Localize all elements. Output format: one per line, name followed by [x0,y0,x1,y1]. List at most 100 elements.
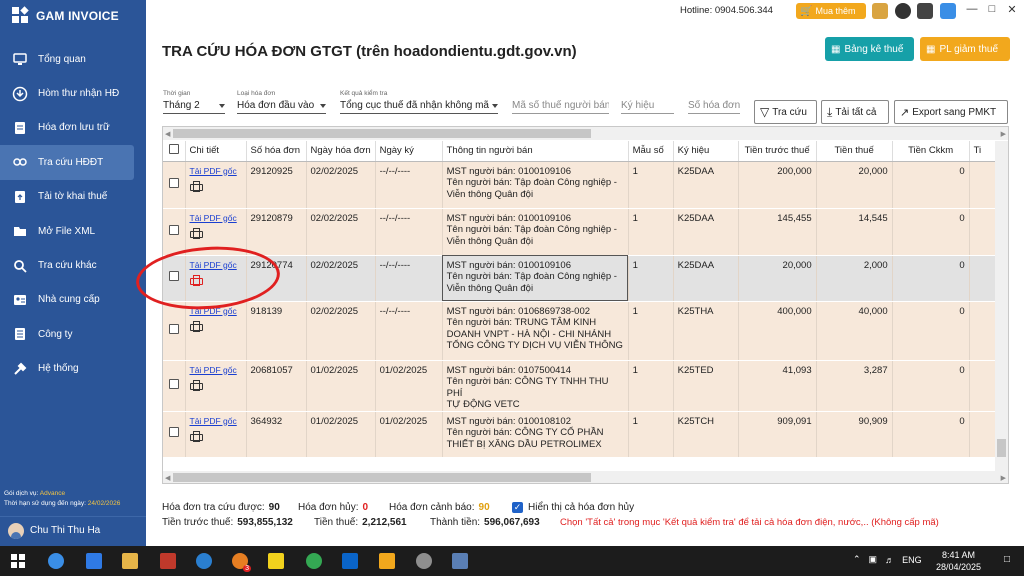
row-checkbox[interactable] [168,427,179,438]
symbol-placeholder[interactable]: Ký hiệu [621,97,674,114]
maximize-icon[interactable]: □ [984,3,1000,15]
scroll-left-icon[interactable]: ◀ [165,130,170,138]
print-icon[interactable] [189,431,203,442]
sidebar-item[interactable]: Tra cứu khác [0,248,146,282]
sidebar-item[interactable]: Tải tờ khai thuế [0,180,146,214]
scroll-right-icon[interactable]: ▶ [1001,130,1006,138]
network-icon[interactable]: ▣ [869,554,878,565]
sidebar-item[interactable]: Hệ thống [0,352,146,386]
row-checkbox[interactable] [168,224,179,235]
print-icon[interactable] [189,321,203,332]
zalo-icon[interactable] [940,3,956,19]
table-row[interactable]: Tải PDF gốc 29120879 02/02/2025 --/--/---- M… [163,208,1000,256]
invoice-number-input[interactable]: Số hóa đơn [688,90,740,114]
period-select[interactable]: Tháng 2 [163,97,225,114]
invoice-number-placeholder[interactable]: Số hóa đơn [688,97,740,114]
table-row[interactable]: Tải PDF gốc 29120774 02/02/2025 --/--/---- M… [163,255,1000,302]
print-icon[interactable] [189,228,203,239]
invoice-type-filter[interactable]: Loại hóa đơn Hóa đơn đầu vào [237,90,326,114]
volume-icon[interactable]: ♬ [885,555,894,565]
outlook-icon[interactable] [342,553,358,569]
download-all-button[interactable]: ⤓ Tải tất cả [821,100,889,124]
sidebar-item[interactable]: Tra cứu HĐĐT [0,145,134,180]
scrollbar-thumb[interactable] [173,129,591,138]
buy-more-button[interactable]: 🛒 Mua thêm [796,3,866,19]
seller-tax-code-input[interactable]: Mã số thuế người bán [512,90,609,114]
col-header[interactable]: Thông tin người bán [442,141,629,162]
row-select-cell[interactable] [163,360,186,412]
check-result-select[interactable]: Tổng cục thuế đã nhận không mã [340,97,498,114]
dropbox-icon[interactable] [86,553,102,569]
tax-statement-button[interactable]: ▦ Bảng kê thuế [825,37,914,61]
col-header[interactable]: Tiền Ckkm [892,141,970,162]
chat-icon[interactable] [895,3,911,19]
scrollbar-thumb[interactable] [173,473,591,482]
app-icon[interactable] [452,553,468,569]
tax-reduction-appendix-button[interactable]: ▦ PL giảm thuế [920,37,1010,61]
col-header[interactable]: Ngày hóa đơn [306,141,376,162]
download-pdf-link[interactable]: Tải PDF gốc [190,416,242,428]
select-all-header[interactable] [163,141,186,162]
app-icon[interactable] [416,553,432,569]
notification-icon[interactable]: □ [1004,554,1010,565]
table-row[interactable]: Tải PDF gốc 20681057 01/02/2025 01/02/2025 M… [163,360,1000,412]
col-header[interactable]: Mẫu số [628,141,674,162]
download-pdf-link[interactable]: Tải PDF gốc [190,365,242,377]
clock[interactable]: 8:41 AM 28/04/2025 [936,549,981,573]
invoice-type-select[interactable]: Hóa đơn đầu vào [237,97,326,114]
chrome-icon[interactable] [306,553,322,569]
select-all-checkbox[interactable] [168,144,179,155]
notification-app-icon[interactable]: 3 [232,553,251,572]
col-header[interactable]: Ký hiệu [673,141,739,162]
app-icon[interactable] [160,553,176,569]
horizontal-scrollbar-bottom[interactable]: ◀ ▶ [163,471,1008,483]
help-icon[interactable] [917,3,933,19]
row-select-cell[interactable] [163,411,186,458]
row-checkbox[interactable] [168,177,179,188]
col-header[interactable]: Chi tiết [185,141,247,162]
scroll-left-icon[interactable]: ◀ [165,474,170,482]
table-row[interactable]: Tải PDF gốc 29120925 02/02/2025 --/--/---- M… [163,161,1000,209]
col-header[interactable]: Số hóa đơn [246,141,307,162]
language-indicator[interactable]: ENG [902,555,922,565]
download-pdf-link[interactable]: Tải PDF gốc [190,213,242,225]
gam-invoice-icon[interactable] [379,553,395,569]
file-explorer-icon[interactable] [122,553,138,569]
minimize-icon[interactable]: — [964,3,980,15]
horizontal-scrollbar-top[interactable]: ◀ ▶ [163,127,1008,140]
print-icon[interactable] [189,181,203,192]
search-button[interactable]: ▽ Tra cứu [754,100,817,124]
export-button[interactable]: ↗ Export sang PMKT [894,100,1008,124]
period-filter[interactable]: Thời gian Tháng 2 [163,90,225,114]
print-icon[interactable] [189,380,203,391]
windows-start-icon[interactable] [10,553,26,569]
seller-tax-code-placeholder[interactable]: Mã số thuế người bán [512,97,609,114]
sidebar-item[interactable]: Hóa đơn lưu trữ [0,111,146,145]
scrollbar-thumb[interactable] [997,439,1006,457]
close-icon[interactable]: ✕ [1004,3,1020,16]
table-row[interactable]: Tải PDF gốc 918139 02/02/2025 --/--/---- MST… [163,301,1000,361]
row-select-cell[interactable] [163,161,186,209]
browser-icon[interactable] [48,553,64,569]
scroll-right-icon[interactable]: ▶ [1001,474,1006,482]
sidebar-item[interactable]: Công ty [0,317,146,351]
user-badge-icon[interactable] [872,3,888,19]
row-checkbox[interactable] [168,323,179,334]
col-header[interactable]: Ngày ký [375,141,443,162]
symbol-input[interactable]: Ký hiệu [621,90,674,114]
col-header[interactable]: Tiền thuế [816,141,893,162]
table-row[interactable]: Tải PDF gốc 364932 01/02/2025 01/02/2025 MST… [163,411,1000,458]
vertical-scrollbar[interactable] [995,141,1008,471]
download-pdf-link[interactable]: Tải PDF gốc [190,166,242,178]
show-cancelled-checkbox[interactable]: ✓ [512,502,523,513]
show-cancelled-label[interactable]: Hiển thị cả hóa đơn hủy [528,502,634,513]
user-profile[interactable]: Chu Thi Thu Ha [0,516,146,544]
sticky-notes-icon[interactable] [268,553,284,569]
row-checkbox[interactable] [168,378,179,389]
col-header[interactable]: Tiền trước thuế [738,141,817,162]
sidebar-item[interactable]: Mở File XML [0,214,146,248]
chevron-up-icon[interactable]: ⌃ [853,554,861,565]
check-result-filter[interactable]: Kết quả kiểm tra Tổng cục thuế đã nhận k… [340,90,498,114]
app-icon[interactable] [196,553,212,569]
row-select-cell[interactable] [163,208,186,256]
